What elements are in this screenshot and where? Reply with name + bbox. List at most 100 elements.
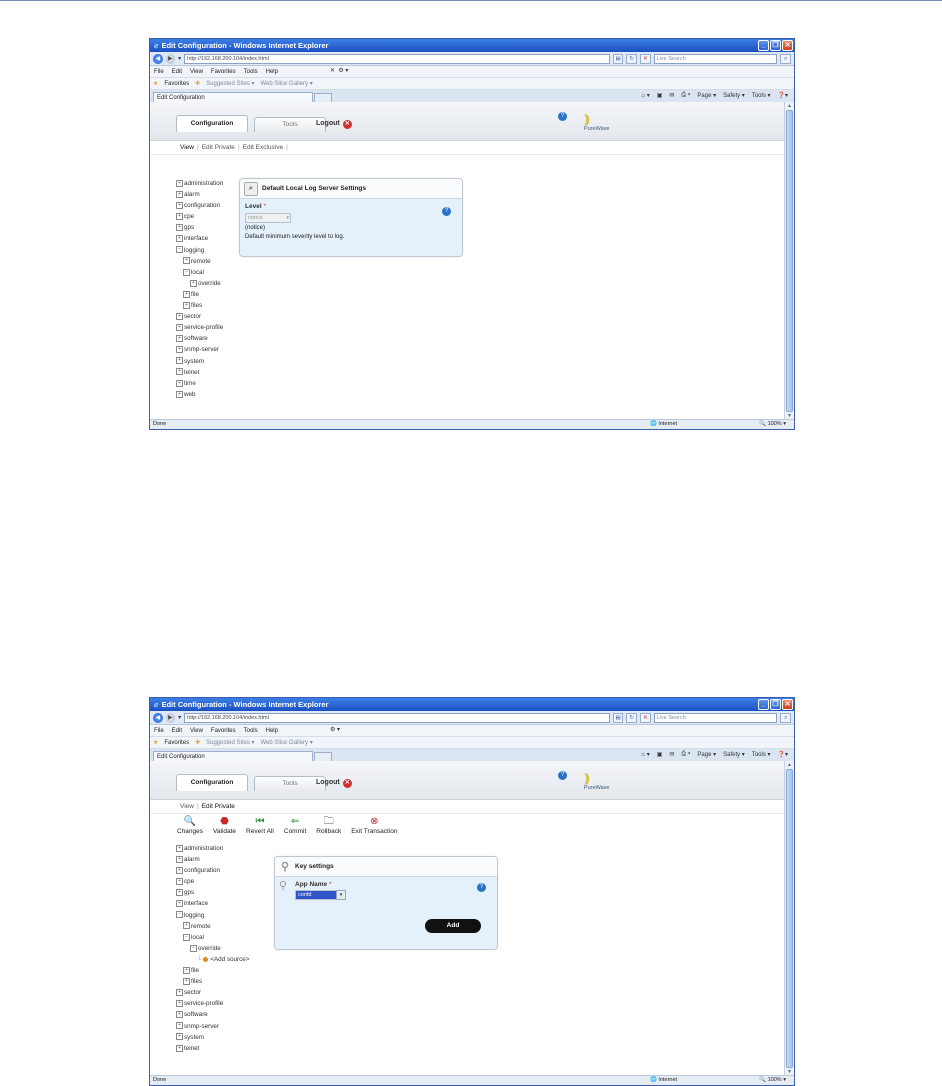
tree-node[interactable]: + telnet bbox=[176, 1043, 249, 1054]
vertical-scrollbar[interactable]: ▲ ▼ bbox=[784, 102, 794, 420]
menu-favorites[interactable]: Favorites bbox=[211, 69, 236, 75]
forward-icon[interactable]: ▶ bbox=[165, 712, 176, 723]
page-menu[interactable]: Page ▾ bbox=[697, 751, 716, 758]
expand-icon[interactable]: + bbox=[176, 1011, 183, 1019]
tree-node[interactable]: + sector bbox=[176, 311, 223, 322]
tree-node[interactable]: + service-profile bbox=[176, 322, 223, 333]
tree-node[interactable]: + interface bbox=[176, 233, 223, 244]
tree-node[interactable]: + configuration bbox=[176, 865, 249, 876]
restore-icon[interactable]: ❐ bbox=[770, 40, 781, 51]
expand-icon[interactable]: + bbox=[183, 301, 190, 309]
back-icon[interactable]: ◀ bbox=[153, 712, 163, 723]
expand-icon[interactable]: + bbox=[190, 279, 197, 287]
tree-node[interactable]: + software bbox=[176, 333, 223, 344]
web-slice-gallery-link[interactable]: Web Slice Gallery ▾ bbox=[260, 739, 312, 746]
expand-icon[interactable]: + bbox=[176, 878, 183, 886]
tree-node[interactable]: + gps bbox=[176, 222, 223, 233]
favorites-star-icon[interactable]: ★ bbox=[153, 739, 158, 746]
expand-icon[interactable]: + bbox=[176, 1033, 183, 1041]
app-name-select[interactable]: confd ▾ bbox=[295, 890, 346, 900]
mode-edit-exclusive[interactable]: Edit Exclusive bbox=[243, 144, 283, 151]
collapse-icon[interactable]: − bbox=[190, 944, 197, 952]
web-slice-gallery-link[interactable]: Web Slice Gallery ▾ bbox=[260, 80, 312, 87]
tree-node[interactable]: + alarm bbox=[176, 854, 249, 865]
tree-node[interactable]: − override bbox=[176, 943, 249, 954]
scroll-up-icon[interactable]: ▲ bbox=[785, 102, 794, 110]
expand-icon[interactable]: + bbox=[176, 368, 183, 376]
menu-file[interactable]: File bbox=[154, 728, 164, 734]
expand-icon[interactable]: + bbox=[176, 335, 183, 343]
menu-favorites[interactable]: Favorites bbox=[211, 728, 236, 734]
tree-node[interactable]: + software bbox=[176, 1009, 249, 1020]
add-favorite-icon[interactable]: ✚ bbox=[195, 80, 200, 87]
expand-icon[interactable]: + bbox=[183, 977, 190, 985]
tree-node[interactable]: + system bbox=[176, 1032, 249, 1043]
print-icon[interactable]: ⎙ ▾ bbox=[681, 92, 690, 99]
expand-icon[interactable]: + bbox=[176, 312, 183, 320]
expand-icon[interactable]: + bbox=[176, 1044, 183, 1052]
tree-node[interactable]: + gps bbox=[176, 887, 249, 898]
chevron-down-icon[interactable]: ▾ bbox=[336, 890, 346, 900]
help-icon[interactable]: ❓▾ bbox=[778, 92, 788, 99]
rollback-button[interactable]: 🗀 Rollback bbox=[316, 815, 341, 835]
vertical-scrollbar[interactable]: ▲ ▼ bbox=[784, 761, 794, 1076]
history-dropdown-icon[interactable]: ▾ bbox=[178, 714, 181, 721]
url-field[interactable]: http://192.168.200.104/index.html bbox=[184, 53, 610, 64]
expand-icon[interactable]: + bbox=[176, 900, 183, 908]
exit-transaction-button[interactable]: ⊗ Exit Transaction bbox=[351, 815, 397, 835]
field-help-icon[interactable]: ? bbox=[442, 207, 451, 216]
print-icon[interactable]: ⎙ ▾ bbox=[681, 751, 690, 758]
minimize-icon[interactable]: _ bbox=[758, 40, 769, 51]
tab-configuration[interactable]: Configuration bbox=[176, 774, 248, 791]
search-icon[interactable]: ⌕ bbox=[780, 53, 791, 64]
revert-all-button[interactable]: ⏮ Revert All bbox=[246, 815, 274, 835]
expand-icon[interactable]: + bbox=[183, 922, 190, 930]
expand-icon[interactable]: + bbox=[176, 390, 183, 398]
tree-node[interactable]: + administration bbox=[176, 843, 249, 854]
page-menu[interactable]: Page ▾ bbox=[697, 92, 716, 99]
tree-node[interactable]: + alarm bbox=[176, 189, 223, 200]
expand-icon[interactable]: + bbox=[176, 179, 183, 187]
tree-node[interactable]: + file bbox=[176, 289, 223, 300]
expand-icon[interactable]: + bbox=[183, 257, 190, 265]
mode-view[interactable]: View bbox=[180, 144, 194, 151]
help-icon[interactable]: ❓▾ bbox=[778, 751, 788, 758]
tools-menu[interactable]: Tools ▾ bbox=[752, 92, 771, 99]
close-icon[interactable]: ✕ bbox=[782, 699, 793, 710]
mode-view[interactable]: View bbox=[180, 803, 194, 810]
validate-button[interactable]: ⬣ Validate bbox=[213, 815, 236, 835]
refresh-icon[interactable]: ↻ bbox=[626, 712, 637, 723]
search-input[interactable]: Live Search bbox=[653, 53, 778, 64]
tree-node[interactable]: + sector bbox=[176, 987, 249, 998]
forward-icon[interactable]: ▶ bbox=[165, 53, 176, 64]
history-dropdown-icon[interactable]: ▾ bbox=[178, 55, 181, 62]
menu-help[interactable]: Help bbox=[266, 728, 278, 734]
expand-icon[interactable]: + bbox=[176, 989, 183, 997]
tree-node[interactable]: + configuration bbox=[176, 200, 223, 211]
changes-button[interactable]: 🔍 Changes bbox=[177, 815, 203, 835]
tree-node[interactable]: + system bbox=[176, 356, 223, 367]
zoom-control[interactable]: 🔍 100% ▾ bbox=[759, 1076, 786, 1085]
tree-node[interactable]: + snmp-server bbox=[176, 1021, 249, 1032]
menu-edit[interactable]: Edit bbox=[172, 728, 182, 734]
expand-icon[interactable]: + bbox=[176, 224, 183, 232]
mail-icon[interactable]: ✉ bbox=[669, 92, 674, 99]
menu-tools[interactable]: Tools bbox=[244, 69, 258, 75]
url-field[interactable]: http://192.168.200.104/index.html bbox=[184, 712, 610, 723]
expand-icon[interactable]: + bbox=[176, 1022, 183, 1030]
tree-node[interactable]: + cpe bbox=[176, 876, 249, 887]
expand-icon[interactable]: + bbox=[176, 867, 183, 875]
compat-view-icon[interactable]: ▤ bbox=[612, 712, 624, 723]
tree-node[interactable]: + administration bbox=[176, 178, 223, 189]
favorites-label[interactable]: Favorites bbox=[164, 740, 189, 746]
expand-icon[interactable]: + bbox=[176, 346, 183, 354]
mail-icon[interactable]: ✉ bbox=[669, 751, 674, 758]
menu-view[interactable]: View bbox=[190, 728, 203, 734]
collapse-icon[interactable]: − bbox=[176, 246, 183, 254]
mode-edit-private[interactable]: Edit Private bbox=[202, 803, 235, 810]
close-icon[interactable]: ✕ bbox=[782, 40, 793, 51]
expand-icon[interactable]: + bbox=[176, 855, 183, 863]
tools-menu[interactable]: Tools ▾ bbox=[752, 751, 771, 758]
expand-icon[interactable]: + bbox=[176, 202, 183, 210]
menu-edit[interactable]: Edit bbox=[172, 69, 182, 75]
